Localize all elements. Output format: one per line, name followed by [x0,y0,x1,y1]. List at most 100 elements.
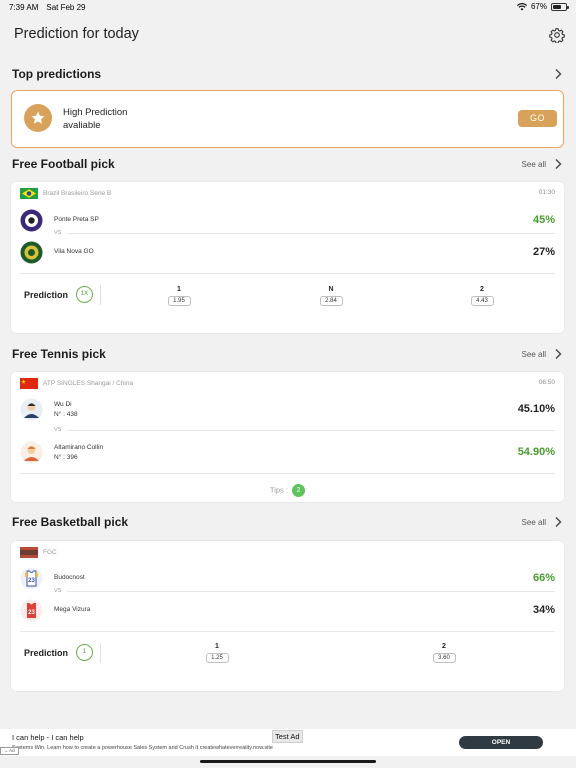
league-flag-icon [20,547,38,558]
svg-text:23: 23 [28,578,35,584]
see-all-label: See all [521,159,546,169]
jersey-icon: 23 [20,599,43,622]
player-avatar-icon [20,441,43,464]
battery-percent: 67% [530,2,547,11]
odd-column[interactable]: 1 1.95 [159,285,199,306]
odd-value: 2.84 [319,296,343,306]
player-name: Wu Di [54,401,72,408]
chevron-right-icon [555,517,562,527]
player-avatar-icon [20,398,43,421]
player-percentage: 54.90% [517,446,555,458]
tennis-match-card[interactable]: ATP SINGLES Shangai / China 06:50 Wu Di … [11,372,564,502]
brazil-flag-icon [20,188,38,199]
star-icon [31,111,45,124]
odd-column[interactable]: 1 1.25 [197,642,237,663]
see-all-label: See all [521,349,546,359]
battery-fill [553,4,562,9]
vs-label: VS [54,230,62,236]
player-rank: N° : 438 [54,411,78,418]
tips-label: Tips : [269,485,288,495]
team-percentage: 45% [532,214,555,226]
prediction-label: Prediction [24,647,69,658]
player-row: Wu Di N° : 438 45.10% [20,398,555,422]
battery-icon [551,2,569,11]
team-row: 23 Mega Vizura 34% [20,599,555,623]
status-bar: 7:39 AM Sat Feb 29 67% [0,0,576,14]
player-percentage: 45.10% [517,403,555,415]
home-indicator[interactable] [200,760,376,763]
odd-column[interactable]: 2 3.60 [424,642,464,663]
odd-column[interactable]: N 2.84 [311,285,351,306]
divider [20,631,555,632]
team-percentage: 66% [532,572,555,584]
basketball-match-card[interactable]: FGC 23 Budocnost 66% VS 23 Mega Vizura 3… [11,541,564,691]
odd-label: N [328,286,334,293]
basketball-section-header: Free Basketball pick See all [0,514,576,532]
ad-banner[interactable]: I can help - I can help Test Ad Systems … [0,729,576,756]
football-section-header: Free Football pick See all [0,156,576,174]
odd-value: 4.43 [470,296,494,306]
test-ad-label: Test Ad [272,730,303,743]
football-match-card[interactable]: Brazil Brasileiro Serie B 01:30 Ponte Pr… [11,182,564,333]
match-time: 01:30 [538,189,555,196]
top-predictions-header[interactable]: Top predictions [0,66,576,84]
match-time: 06:50 [538,379,555,386]
star-badge [24,104,52,132]
prediction-badge: 1X [76,286,94,303]
wifi-icon [517,2,527,10]
player-name: Altamirano Collin [54,444,104,451]
section-title: Free Tennis pick [12,347,106,361]
odd-label: 2 [442,643,446,650]
divider [100,643,101,663]
player-rank: N° : 396 [54,454,78,461]
vs-label: VS [54,588,62,594]
chevron-right-icon[interactable] [554,68,562,80]
team-name: Mega Vizura [54,606,91,613]
china-flag-icon [20,378,38,389]
tips-row[interactable]: Tips : 2 [11,484,564,497]
odd-label: 1 [177,286,181,293]
high-prediction-line1: High Prediction [63,107,128,118]
team-name: Vila Nova GO [54,248,94,255]
ad-open-button[interactable]: OPEN [459,736,543,749]
prediction-badge: 1 [76,644,94,661]
page-title: Prediction for today [14,26,139,42]
prediction-label: Prediction [24,289,69,300]
team-name: Ponte Preta SP [54,216,99,223]
vs-separator: VS [54,588,555,596]
chevron-right-icon [555,349,562,359]
team-percentage: 34% [532,604,555,616]
odd-value: 3.60 [432,653,456,663]
tennis-section-header: Free Tennis pick See all [0,346,576,364]
ponte-preta-logo-icon [20,209,43,232]
odd-value: 1.95 [167,296,191,306]
gear-icon[interactable] [549,27,565,43]
high-prediction-text: High Prediction avaliable [63,106,127,132]
chevron-right-icon [555,159,562,169]
player-row: Altamirano Collin N° : 396 54.90% [20,441,555,465]
ad-badge-label: Ad [9,748,15,753]
ad-choices-badge[interactable]: ⌄ Ad [0,747,19,755]
odd-label: 1 [215,643,219,650]
see-all-tennis[interactable]: See all [522,348,562,360]
status-time: 7:39 AM [9,3,39,12]
odd-column[interactable]: 2 4.43 [462,285,502,306]
divider [20,473,555,474]
section-title: Free Basketball pick [12,515,129,529]
divider [100,285,101,305]
see-all-label: See all [521,517,546,527]
see-all-basketball[interactable]: See all [522,516,562,528]
vs-separator: VS [54,230,555,238]
team-percentage: 27% [532,246,555,258]
prediction-block: Prediction 1 [24,644,94,661]
team-row: Vila Nova GO 27% [20,241,555,265]
prediction-block: Prediction 1X [24,286,94,303]
jersey-icon: 23 [20,567,43,590]
league-name: FGC [43,549,57,556]
go-button[interactable]: GO [518,110,557,127]
odd-label: 2 [480,286,484,293]
vs-label: VS [54,427,62,433]
see-all-football[interactable]: See all [522,158,562,170]
high-prediction-card[interactable]: High Prediction avaliable GO [11,90,564,148]
ad-choices-icon: ⌄ [4,748,9,753]
